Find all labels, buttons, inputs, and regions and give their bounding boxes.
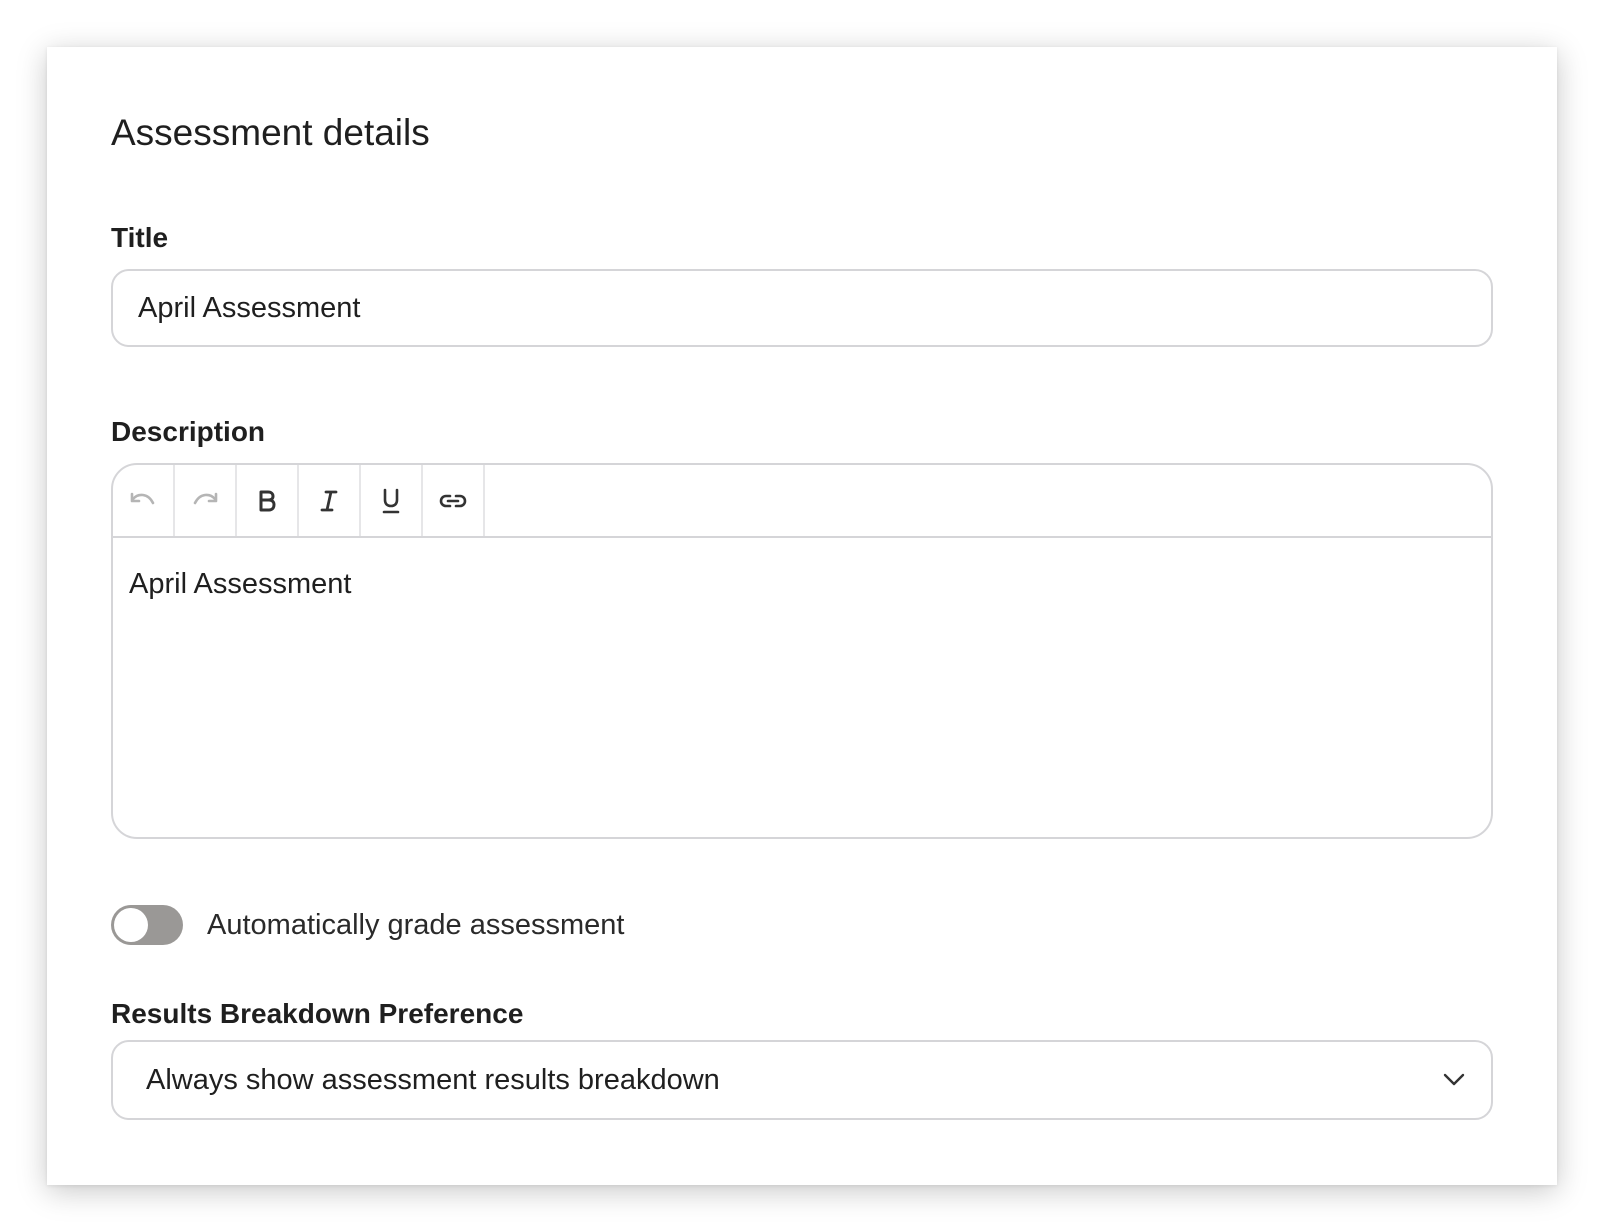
auto-grade-label: Automatically grade assessment [207,908,625,941]
assessment-details-card: Assessment details Title Description [47,47,1557,1185]
description-text-area[interactable]: April Assessment [113,538,1491,632]
bold-icon [259,490,276,511]
results-breakdown-select[interactable]: Always show assessment results breakdown [111,1040,1493,1120]
italic-button[interactable] [299,465,361,536]
results-breakdown-value: Always show assessment results breakdown [146,1063,720,1096]
auto-grade-toggle[interactable] [111,905,183,945]
description-label: Description [111,416,266,447]
results-breakdown-label: Results Breakdown Preference [111,998,524,1029]
redo-icon [193,492,218,504]
undo-button[interactable] [113,465,175,536]
underline-icon [382,488,400,513]
link-icon [439,494,467,507]
underline-button[interactable] [361,465,423,536]
page-title: Assessment details [111,112,430,153]
undo-icon [130,492,155,504]
chevron-down-icon [1443,1073,1465,1086]
redo-button[interactable] [175,465,237,536]
bold-button[interactable] [237,465,299,536]
description-editor: April Assessment [111,463,1493,839]
editor-toolbar [113,465,1491,538]
toggle-knob [114,908,148,942]
title-label: Title [111,222,169,253]
auto-grade-row: Automatically grade assessment [111,905,624,945]
italic-icon [320,490,338,511]
title-input[interactable] [111,269,1493,347]
link-button[interactable] [423,465,485,536]
